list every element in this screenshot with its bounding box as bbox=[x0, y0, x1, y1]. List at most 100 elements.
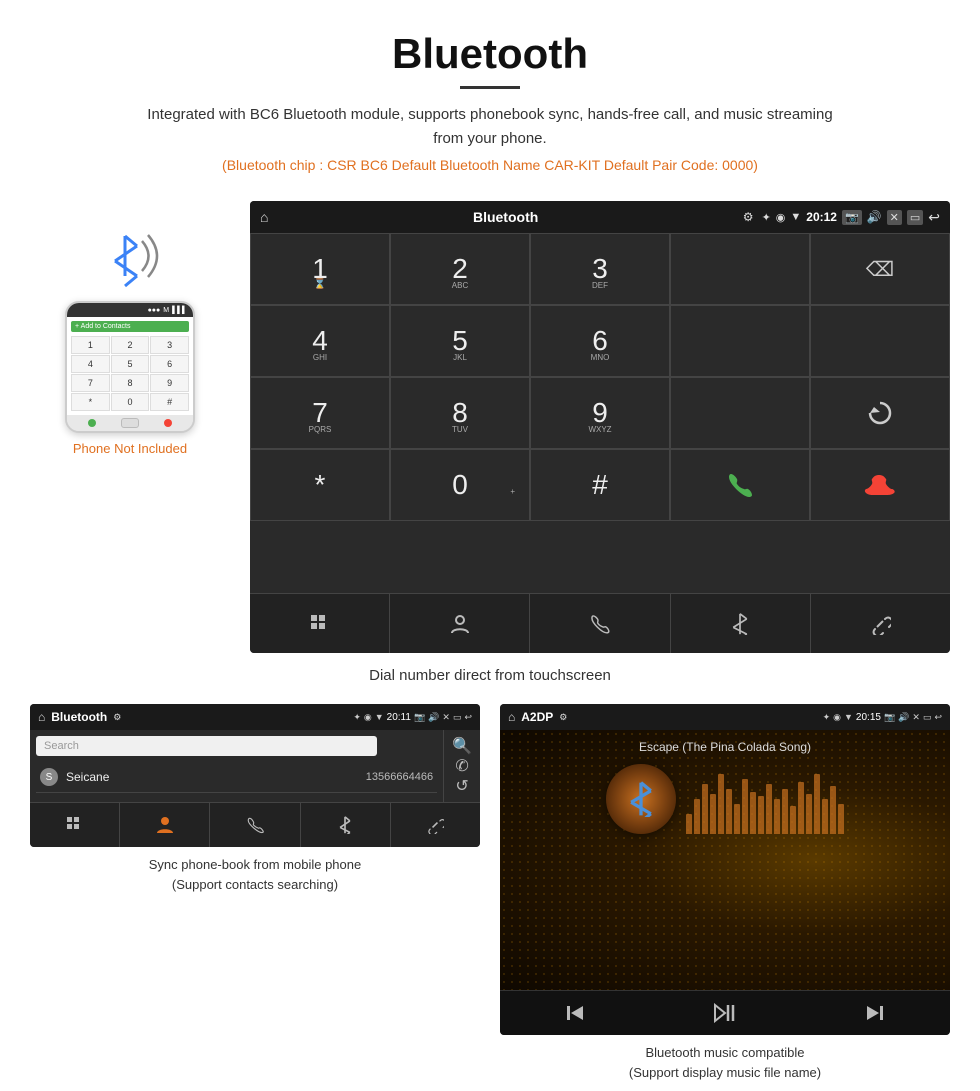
music-status-bar: ⌂ A2DP ⚙ ✦ ◉ ▼ 20:15 📷 🔊 ✕ ▭ ↩ bbox=[500, 704, 950, 730]
pb-call-icon[interactable]: ✆ bbox=[455, 756, 468, 776]
music-vol-icon[interactable]: 🔊 bbox=[898, 712, 909, 723]
car-nav-apps[interactable] bbox=[250, 594, 390, 653]
dial-redial[interactable] bbox=[810, 377, 950, 449]
car-nav-phone[interactable] bbox=[530, 594, 670, 653]
dial-backspace[interactable]: ⌫ bbox=[810, 233, 950, 305]
contact-row[interactable]: S Seicane 13566664466 bbox=[36, 762, 437, 793]
pb-refresh-icon[interactable]: ↺ bbox=[455, 776, 468, 796]
phonebook-screen: ⌂ Bluetooth ⚙ ✦ ◉ ▼ 20:11 📷 🔊 ✕ ▭ ↩ bbox=[30, 704, 480, 847]
car-home-icon[interactable]: ⌂ bbox=[260, 209, 268, 225]
pb-bt-icon: ✦ bbox=[353, 712, 361, 723]
music-home-icon[interactable]: ⌂ bbox=[508, 710, 515, 724]
next-icon bbox=[865, 1004, 885, 1022]
volume-icon[interactable]: 🔊 bbox=[867, 210, 882, 224]
phone-key-9[interactable]: 9 bbox=[150, 374, 189, 392]
pb-vol-icon[interactable]: 🔊 bbox=[428, 712, 439, 723]
pb-person-icon bbox=[155, 815, 175, 835]
phone-key-4[interactable]: 4 bbox=[71, 355, 110, 373]
dial-key-9[interactable]: 9 WXYZ bbox=[530, 377, 670, 449]
car-nav-link[interactable] bbox=[811, 594, 950, 653]
car-nav-contacts[interactable] bbox=[390, 594, 530, 653]
car-status-bar-dialpad: ⌂ Bluetooth ⚙ ✦ ◉ ▼ 20:12 📷 🔊 ✕ ▭ ↩ bbox=[250, 201, 950, 233]
phone-key-7[interactable]: 7 bbox=[71, 374, 110, 392]
pb-nav-contacts[interactable] bbox=[120, 803, 210, 847]
music-next[interactable] bbox=[800, 991, 950, 1035]
pb-close-icon[interactable]: ✕ bbox=[442, 712, 450, 723]
phone-key-2[interactable]: 2 bbox=[111, 336, 150, 354]
phone-key-1[interactable]: 1 bbox=[71, 336, 110, 354]
eq-bar bbox=[790, 806, 796, 834]
phone-key-3[interactable]: 3 bbox=[150, 336, 189, 354]
dial-call-green[interactable] bbox=[670, 449, 810, 521]
phone-key-8[interactable]: 8 bbox=[111, 374, 150, 392]
dial-key-2[interactable]: 2 ABC bbox=[390, 233, 530, 305]
dial-key-7[interactable]: 7 PQRS bbox=[250, 377, 390, 449]
dial-key-3[interactable]: 3 DEF bbox=[530, 233, 670, 305]
car-status-icons: ✦ ◉ ▼ 20:12 📷 🔊 ✕ ▭ ↩ bbox=[762, 209, 940, 226]
music-camera-icon[interactable]: 📷 bbox=[884, 712, 895, 723]
window-icon[interactable]: ▭ bbox=[907, 210, 923, 225]
close-icon[interactable]: ✕ bbox=[887, 210, 902, 225]
bt-signal-area bbox=[90, 221, 170, 291]
dial-key-6[interactable]: 6 MNO bbox=[530, 305, 670, 377]
phone-screen: + Add to Contacts 1 2 3 4 5 6 7 8 9 * 0 … bbox=[67, 317, 193, 415]
dial-empty-1 bbox=[670, 233, 810, 305]
dial-key-1[interactable]: 1 ⌛ bbox=[250, 233, 390, 305]
phone-home-button[interactable] bbox=[121, 418, 139, 428]
phone-key-star[interactable]: * bbox=[71, 393, 110, 411]
dial-key-8[interactable]: 8 TUV bbox=[390, 377, 530, 449]
dial-key-0[interactable]: 0 + bbox=[390, 449, 530, 521]
pb-search-bar[interactable]: Search bbox=[36, 736, 377, 756]
dial-key-star[interactable]: * bbox=[250, 449, 390, 521]
phone-key-6[interactable]: 6 bbox=[150, 355, 189, 373]
eq-bar bbox=[838, 804, 844, 834]
pb-back-icon[interactable]: ↩ bbox=[464, 712, 472, 723]
pb-camera-icon[interactable]: 📷 bbox=[414, 712, 425, 723]
music-gps-icon: ◉ bbox=[833, 712, 841, 723]
music-prev[interactable] bbox=[500, 991, 650, 1035]
music-play-pause[interactable] bbox=[650, 991, 800, 1035]
camera-icon[interactable]: 📷 bbox=[842, 210, 862, 225]
dialpad-grid: 1 ⌛ 2 ABC 3 DEF ⌫ 4 GHI 5 JKL bbox=[250, 233, 950, 593]
phone-key-5[interactable]: 5 bbox=[111, 355, 150, 373]
eq-bar bbox=[814, 774, 820, 834]
link-icon bbox=[869, 613, 891, 635]
eq-bar bbox=[702, 784, 708, 834]
eq-bar bbox=[718, 774, 724, 834]
eq-bar bbox=[710, 794, 716, 834]
pb-nav-phone[interactable] bbox=[210, 803, 300, 847]
dial-call-red[interactable] bbox=[810, 449, 950, 521]
phone-end-button[interactable] bbox=[164, 419, 172, 427]
pb-nav-apps[interactable] bbox=[30, 803, 120, 847]
dial-empty-4 bbox=[670, 377, 810, 449]
phone-key-0[interactable]: 0 bbox=[111, 393, 150, 411]
dial-key-4[interactable]: 4 GHI bbox=[250, 305, 390, 377]
pb-status-bar: ⌂ Bluetooth ⚙ ✦ ◉ ▼ 20:11 📷 🔊 ✕ ▭ ↩ bbox=[30, 704, 480, 730]
backspace-icon: ⌫ bbox=[866, 257, 894, 282]
back-icon[interactable]: ↩ bbox=[928, 209, 940, 226]
pb-title: Bluetooth bbox=[51, 710, 107, 724]
music-close-icon[interactable]: ✕ bbox=[912, 712, 920, 723]
phone-key-hash[interactable]: # bbox=[150, 393, 189, 411]
pb-nav-link[interactable] bbox=[391, 803, 480, 847]
music-back-icon[interactable]: ↩ bbox=[934, 712, 942, 723]
car-nav-bluetooth[interactable] bbox=[671, 594, 811, 653]
dial-key-hash[interactable]: # bbox=[530, 449, 670, 521]
pb-home-icon[interactable]: ⌂ bbox=[38, 710, 45, 724]
pb-win-icon[interactable]: ▭ bbox=[453, 712, 462, 723]
music-block: ⌂ A2DP ⚙ ✦ ◉ ▼ 20:15 📷 🔊 ✕ ▭ ↩ bbox=[500, 704, 950, 1082]
music-win-icon[interactable]: ▭ bbox=[923, 712, 932, 723]
pb-nav-bt[interactable] bbox=[301, 803, 391, 847]
phone-mockup: ●●●M▌▌▌ + Add to Contacts 1 2 3 4 5 6 7 … bbox=[65, 301, 195, 433]
phone-call-button[interactable] bbox=[88, 419, 96, 427]
pb-search-icon[interactable]: 🔍 bbox=[452, 736, 472, 756]
music-usb-icon: ⚙ bbox=[559, 712, 567, 723]
car-screen-dialpad: ⌂ Bluetooth ⚙ ✦ ◉ ▼ 20:12 📷 🔊 ✕ ▭ ↩ 1 ⌛ bbox=[250, 201, 950, 653]
eq-bar bbox=[774, 799, 780, 834]
eq-bar bbox=[806, 794, 812, 834]
dial-key-5[interactable]: 5 JKL bbox=[390, 305, 530, 377]
pb-side-icons: 🔍 ✆ ↺ bbox=[443, 730, 480, 802]
bt-status-icon: ✦ bbox=[762, 211, 771, 224]
pb-status-icons: ✦ ◉ ▼ 20:11 📷 🔊 ✕ ▭ ↩ bbox=[353, 712, 472, 723]
eq-bar bbox=[782, 789, 788, 834]
